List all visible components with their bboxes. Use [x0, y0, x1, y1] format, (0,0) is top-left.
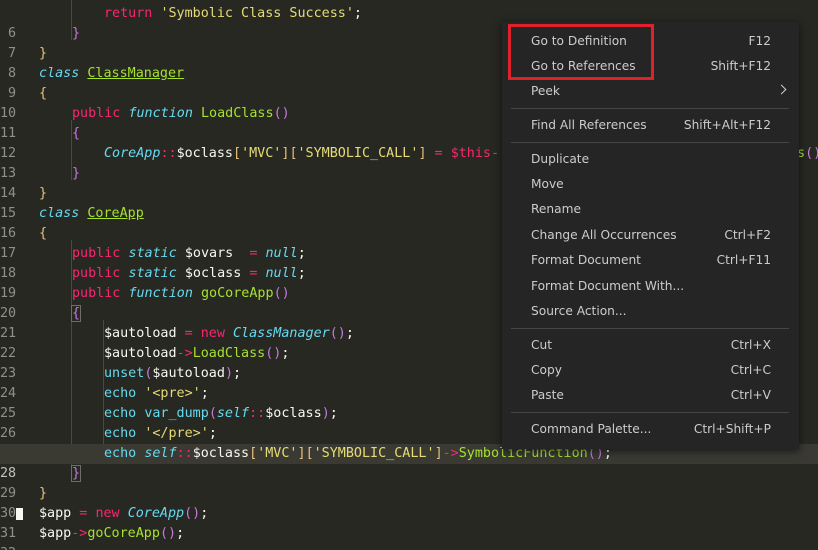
- chevron-right-icon: [776, 84, 787, 95]
- menu-item-move[interactable]: Move: [502, 174, 799, 196]
- menu-separator: [511, 108, 789, 109]
- code-line: 32 $app->goCoreApp();: [0, 524, 818, 550]
- menu-separator: [511, 142, 789, 143]
- code-line: 31 $app = new CoreApp();: [0, 504, 818, 541]
- menu-item-paste[interactable]: Paste Ctrl+V: [502, 385, 799, 407]
- menu-item-copy[interactable]: Copy Ctrl+C: [502, 360, 799, 382]
- menu-separator: [511, 328, 789, 329]
- menu-separator: [511, 412, 789, 413]
- matched-brace: {: [70, 305, 82, 322]
- code-line: 29 }: [0, 464, 818, 501]
- menu-item-find-all-references[interactable]: Find All References Shift+Alt+F12: [502, 115, 799, 137]
- menu-item-peek[interactable]: Peek: [502, 81, 799, 103]
- menu-item-rename[interactable]: Rename: [502, 199, 799, 221]
- menu-item-source-action[interactable]: Source Action...: [502, 301, 799, 323]
- highlight-annotation-box: [508, 24, 654, 80]
- menu-item-duplicate[interactable]: Duplicate: [502, 149, 799, 171]
- line-number: 32: [0, 544, 16, 550]
- menu-item-change-all-occurrences[interactable]: Change All Occurrences Ctrl+F2: [502, 225, 799, 247]
- context-menu: Go to Definition F12 Go to References Shif…: [502, 22, 799, 449]
- menu-item-command-palette[interactable]: Command Palette... Ctrl+Shift+P: [502, 419, 799, 441]
- breakpoint-marker-icon[interactable]: [16, 508, 23, 520]
- code-line: 30 }: [0, 484, 818, 521]
- menu-item-cut[interactable]: Cut Ctrl+X: [502, 335, 799, 357]
- matched-brace: }: [70, 465, 82, 482]
- code-line: 6 return 'Symbolic Class Success';: [0, 4, 818, 41]
- menu-item-format-document-with[interactable]: Format Document With...: [502, 276, 799, 298]
- menu-item-format-document[interactable]: Format Document Ctrl+F11: [502, 250, 799, 272]
